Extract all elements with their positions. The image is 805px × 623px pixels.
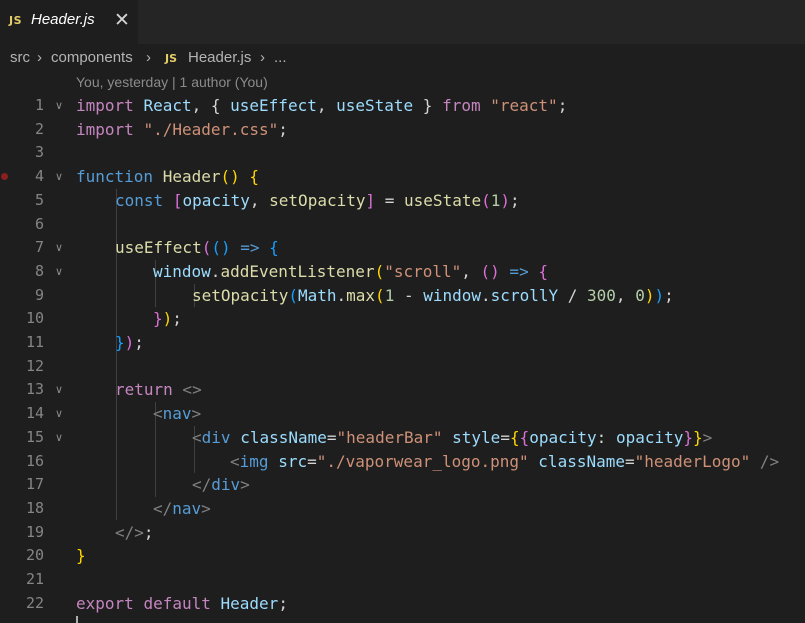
line-number: 17 [25, 475, 44, 494]
line-number: 6 [34, 214, 44, 233]
code-line: 15 ∨ <div className="headerBar" style={{… [0, 426, 805, 450]
code-text: import React, { useEffect, useState } fr… [76, 96, 568, 115]
code-line: 6 [0, 213, 805, 237]
code-line: 1 ∨ import React, { useEffect, useState … [0, 94, 805, 118]
code-line: 21 [0, 568, 805, 592]
code-text: </nav> [153, 498, 211, 518]
code-line: 19 </>; [0, 521, 805, 545]
line-number: 5 [34, 190, 44, 209]
code-line: 3 [0, 141, 805, 165]
text-cursor [76, 616, 78, 623]
line-number: 21 [25, 570, 44, 588]
git-blame-codelens[interactable]: You, yesterday | 1 author (You) [76, 74, 268, 90]
breadcrumb-src[interactable]: src [10, 49, 30, 66]
line-number: 1 [34, 96, 44, 114]
line-number: 18 [25, 498, 44, 517]
code-text: </>; [115, 522, 154, 542]
tab-label: Header.js [31, 11, 95, 28]
code-line: 9 setOpacity(Math.max(1 - window.scrollY… [0, 284, 805, 308]
code-line: 11 }); [0, 331, 805, 355]
line-number: 12 [25, 356, 44, 375]
breadcrumb: src › components › JS Header.js › ... [0, 44, 805, 71]
code-text: useEffect(() => { [115, 238, 279, 258]
code-line: 12 [0, 355, 805, 379]
line-number: 15 [25, 427, 44, 446]
line-number: 11 [25, 333, 44, 351]
code-line: 13 ∨ return <> [0, 378, 805, 402]
code-text: function Header() { [76, 167, 260, 187]
code-text: return <> [115, 380, 202, 400]
chevron-down-icon[interactable]: ∨ [55, 165, 63, 189]
line-number: 3 [34, 143, 44, 162]
chevron-down-icon[interactable]: ∨ [55, 426, 63, 450]
code-line: 18 </nav> [0, 497, 805, 521]
line-number: 7 [34, 238, 44, 257]
line-number: 2 [34, 119, 44, 138]
code-text: <img src="./vaporwear_logo.png" classNam… [230, 451, 780, 471]
code-line: 20 } [0, 544, 805, 568]
code-line: 7 ∨ useEffect(() => { [0, 236, 805, 260]
breadcrumb-symbol[interactable]: ... [274, 49, 287, 66]
line-number: 20 [25, 546, 44, 565]
breadcrumb-header-js[interactable]: Header.js [188, 49, 251, 66]
code-text: const [opacity, setOpacity] = useState(1… [115, 190, 520, 210]
code-text: window.addEventListener("scroll", () => … [153, 261, 548, 281]
close-icon[interactable]: ✕ [114, 9, 130, 31]
chevron-down-icon[interactable]: ∨ [55, 94, 63, 118]
chevron-right-icon: › [260, 49, 265, 66]
chevron-down-icon[interactable]: ∨ [55, 260, 63, 284]
code-line: 14 ∨ <nav> [0, 402, 805, 426]
chevron-down-icon[interactable]: ∨ [55, 236, 63, 260]
chevron-down-icon[interactable]: ∨ [55, 402, 63, 426]
code-line: 4 ∨ function Header() { [0, 165, 805, 189]
code-text: } [76, 546, 86, 566]
line-number: 4 [34, 167, 44, 186]
line-number: 10 [25, 309, 44, 328]
code-line: 22 export default Header; [0, 592, 805, 616]
code-text: export default Header; [76, 593, 288, 613]
code-line: 5 const [opacity, setOpacity] = useState… [0, 189, 805, 213]
line-number: 13 [25, 380, 44, 399]
tab-header-js[interactable]: JS Header.js ✕ [0, 0, 138, 44]
line-number: 9 [34, 285, 44, 304]
code-text: </div> [192, 475, 250, 495]
javascript-file-icon: JS [165, 52, 178, 65]
breadcrumb-components[interactable]: components [51, 49, 133, 66]
tab-bar: JS Header.js ✕ [0, 0, 805, 44]
line-number: 8 [34, 261, 44, 280]
code-text: <div className="headerBar" style={{opaci… [192, 427, 713, 447]
chevron-right-icon: › [37, 49, 42, 66]
line-number: 16 [25, 451, 44, 470]
chevron-down-icon[interactable]: ∨ [55, 378, 63, 402]
code-text: }); [153, 309, 182, 329]
line-number: 22 [25, 593, 44, 612]
line-number: 14 [25, 404, 44, 423]
code-line: 16 <img src="./vaporwear_logo.png" class… [0, 450, 805, 474]
code-text: import "./Header.css"; [76, 119, 288, 139]
code-line: 17 </div> [0, 473, 805, 497]
code-text: }); [115, 333, 144, 352]
code-text: setOpacity(Math.max(1 - window.scrollY /… [192, 285, 674, 305]
javascript-file-icon: JS [9, 14, 23, 27]
code-line: 8 ∨ window.addEventListener("scroll", ()… [0, 260, 805, 284]
chevron-right-icon: › [146, 49, 151, 66]
line-number: 19 [25, 522, 44, 541]
code-line: 10 }); [0, 307, 805, 331]
code-line: 2 import "./Header.css"; [0, 118, 805, 142]
code-text: <nav> [153, 404, 202, 424]
code-editor[interactable]: 1 ∨ import React, { useEffect, useState … [0, 94, 805, 623]
